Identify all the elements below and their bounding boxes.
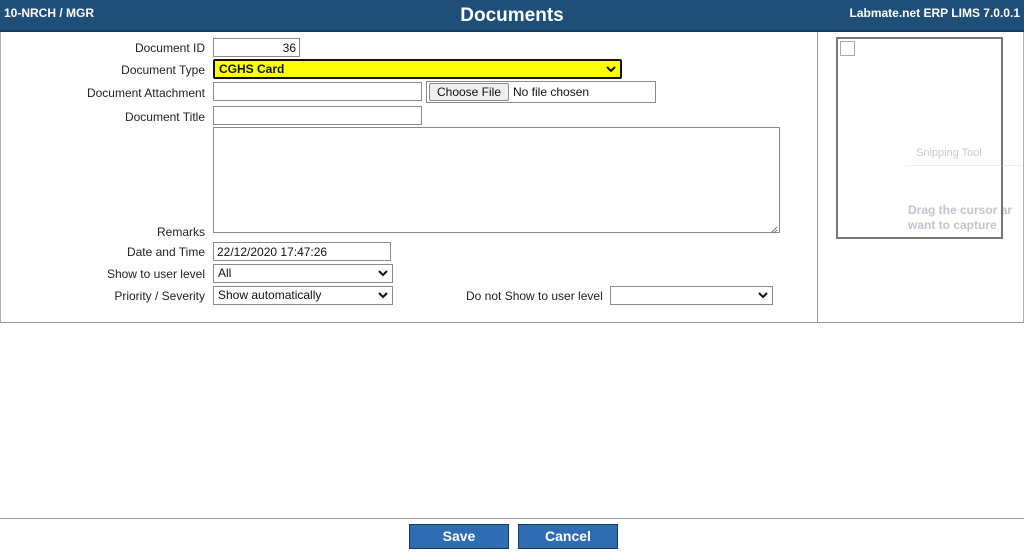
document-type-value: CGHS Card [219,62,285,76]
date-time-input[interactable] [213,242,391,261]
document-type-select[interactable]: CGHS Card [213,59,622,79]
action-bar-divider [0,518,1024,519]
no-file-chosen-text: No file chosen [513,85,590,99]
chevron-down-icon [378,289,388,301]
not-show-user-level-label: Do not Show to user level [466,289,603,303]
title-bar: 10-NRCH / MGR Documents Labmate.net ERP … [0,0,1024,32]
document-attachment-label: Document Attachment [86,86,205,100]
overlay-body: Drag the cursor ar want to capture [908,203,1012,233]
overlay-line-2: want to capture [908,218,997,232]
panel-divider [817,32,818,323]
priority-severity-label: Priority / Severity [114,289,205,303]
remarks-textarea[interactable] [213,127,780,234]
chevron-down-icon [758,289,768,301]
remarks-label: Remarks [156,225,205,239]
show-user-level-select[interactable]: All [213,264,393,283]
document-title-label: Document Title [124,110,205,124]
file-picker: Choose File No file chosen [426,81,656,103]
priority-severity-select[interactable]: Show automatically [213,286,393,305]
document-id-label: Document ID [134,41,205,55]
snipping-tool-overlay: Snipping Tool Drag the cursor ar want to… [900,140,1024,255]
show-user-level-value: All [218,266,232,280]
save-button[interactable]: Save [409,524,509,549]
overlay-title: Snipping Tool [916,147,982,159]
document-title-input[interactable] [213,106,422,125]
chevron-down-icon [606,63,616,75]
chevron-down-icon [378,267,388,279]
document-type-label: Document Type [121,63,205,77]
date-time-label: Date and Time [126,245,205,259]
document-attachment-input[interactable] [213,82,422,101]
broken-image-icon [840,41,855,56]
document-id-input[interactable] [213,38,300,57]
app-version-label: Labmate.net ERP LIMS 7.0.0.1 [849,6,1020,20]
show-user-level-label: Show to user level [106,267,205,281]
overlay-line-1: Drag the cursor ar [908,203,1013,217]
resize-grip-icon[interactable] [770,223,778,234]
priority-severity-value: Show automatically [218,288,322,302]
cancel-button[interactable]: Cancel [518,524,618,549]
choose-file-button[interactable]: Choose File [429,83,509,101]
not-show-user-level-select[interactable] [610,286,773,305]
